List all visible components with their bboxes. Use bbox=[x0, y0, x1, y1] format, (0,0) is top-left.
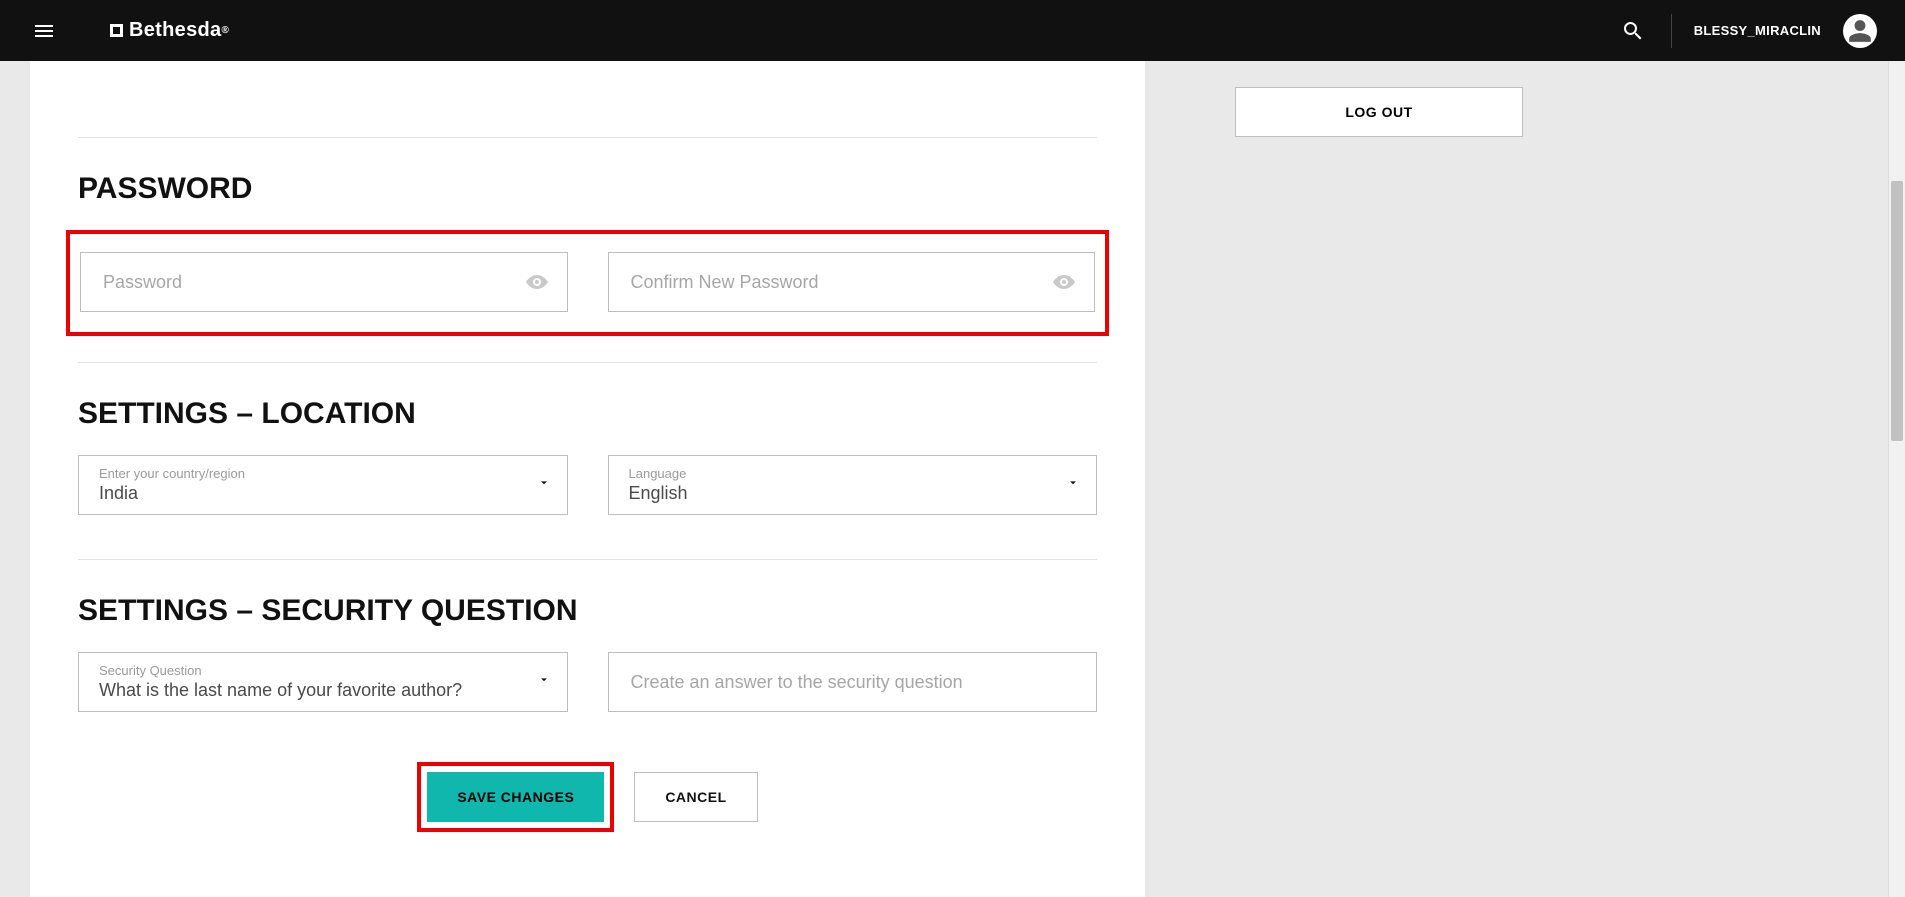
brand-square-icon bbox=[110, 24, 123, 37]
security-answer-input[interactable] bbox=[631, 672, 1047, 693]
save-changes-button[interactable]: SAVE CHANGES bbox=[427, 772, 604, 822]
section-divider bbox=[78, 137, 1097, 138]
country-select-label: Enter your country/region bbox=[99, 466, 517, 481]
app-header: Bethesda ® BLESSY_MIRACLIN bbox=[0, 0, 1905, 61]
brand-logo[interactable]: Bethesda ® bbox=[110, 19, 229, 42]
toggle-password-visibility[interactable] bbox=[523, 268, 551, 296]
country-select[interactable]: Enter your country/region India bbox=[78, 455, 568, 515]
language-select-value: English bbox=[629, 483, 688, 503]
annotation-save-highlight: SAVE CHANGES bbox=[417, 762, 614, 832]
brand-reg-mark: ® bbox=[221, 25, 229, 36]
password-field-wrapper bbox=[80, 252, 568, 312]
page-body: PASSWORD bbox=[0, 61, 1905, 897]
header-username[interactable]: BLESSY_MIRACLIN bbox=[1694, 23, 1821, 38]
chevron-down-icon bbox=[1066, 476, 1080, 495]
toggle-confirm-password-visibility[interactable] bbox=[1050, 268, 1078, 296]
brand-text: Bethesda bbox=[129, 19, 221, 42]
search-icon bbox=[1621, 19, 1645, 43]
section-title-password: PASSWORD bbox=[78, 172, 1097, 206]
chevron-down-icon bbox=[537, 673, 551, 692]
account-sidebar: LOG OUT bbox=[1235, 87, 1523, 137]
eye-icon bbox=[1052, 270, 1076, 294]
hamburger-icon bbox=[32, 19, 56, 43]
language-select[interactable]: Language English bbox=[608, 455, 1098, 515]
cancel-button[interactable]: CANCEL bbox=[634, 772, 757, 822]
confirm-password-field-wrapper bbox=[608, 252, 1096, 312]
security-question-select[interactable]: Security Question What is the last name … bbox=[78, 652, 568, 712]
logout-button[interactable]: LOG OUT bbox=[1235, 87, 1523, 137]
search-button[interactable] bbox=[1617, 15, 1649, 47]
person-icon bbox=[1847, 18, 1873, 44]
confirm-password-input[interactable] bbox=[631, 272, 1045, 293]
scrollbar-thumb[interactable] bbox=[1891, 181, 1903, 441]
password-input[interactable] bbox=[103, 272, 517, 293]
section-title-location: SETTINGS – LOCATION bbox=[78, 397, 1097, 431]
section-divider bbox=[78, 559, 1097, 560]
vertical-scrollbar[interactable] bbox=[1888, 61, 1905, 897]
settings-card: PASSWORD bbox=[30, 61, 1145, 897]
security-answer-field-wrapper bbox=[608, 652, 1098, 712]
eye-icon bbox=[525, 270, 549, 294]
country-select-value: India bbox=[99, 483, 138, 503]
annotation-password-highlight bbox=[66, 230, 1109, 336]
menu-button[interactable] bbox=[28, 15, 60, 47]
avatar[interactable] bbox=[1843, 14, 1877, 48]
section-divider bbox=[78, 362, 1097, 363]
form-actions: SAVE CHANGES CANCEL bbox=[78, 762, 1097, 832]
language-select-label: Language bbox=[629, 466, 1047, 481]
header-divider bbox=[1671, 14, 1672, 48]
chevron-down-icon bbox=[537, 476, 551, 495]
security-question-value: What is the last name of your favorite a… bbox=[99, 680, 462, 700]
section-title-security: SETTINGS – SECURITY QUESTION bbox=[78, 594, 1097, 628]
security-question-label: Security Question bbox=[99, 663, 517, 678]
